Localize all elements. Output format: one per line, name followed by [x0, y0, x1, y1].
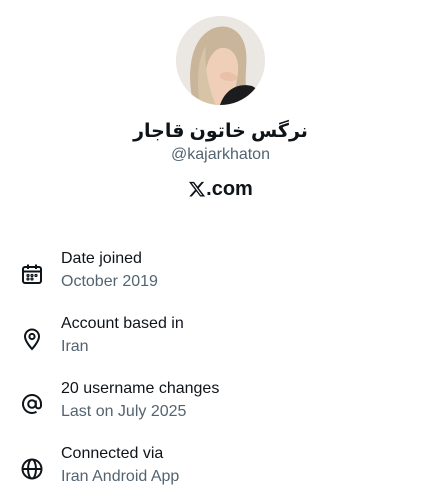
at-sign-icon	[20, 392, 44, 416]
location-pin-icon	[20, 327, 44, 351]
detail-title: Account based in	[61, 315, 184, 332]
profile-avatar[interactable]	[176, 16, 265, 105]
site-label: .com	[0, 178, 441, 204]
detail-date-joined: Date joined October 2019	[0, 250, 441, 300]
detail-value: Iran	[61, 338, 89, 355]
detail-title: Date joined	[61, 250, 142, 267]
detail-value: October 2019	[61, 273, 158, 290]
calendar-icon	[20, 262, 44, 286]
detail-account-based-in: Account based in Iran	[0, 315, 441, 365]
display-name: نرگس خاتون قاجار	[133, 121, 308, 142]
detail-title: Connected via	[61, 445, 164, 462]
detail-value: Iran Android App	[61, 468, 180, 485]
detail-username-changes: 20 username changes Last on July 2025	[0, 380, 441, 430]
username-handle[interactable]: @kajarkhaton	[0, 146, 441, 164]
x-logo-icon	[188, 180, 206, 204]
detail-connected-via: Connected via Iran Android App	[0, 445, 441, 495]
detail-title: 20 username changes	[61, 380, 220, 397]
globe-icon	[20, 457, 44, 481]
detail-value: Last on July 2025	[61, 403, 187, 420]
site-domain: .com	[206, 178, 253, 200]
